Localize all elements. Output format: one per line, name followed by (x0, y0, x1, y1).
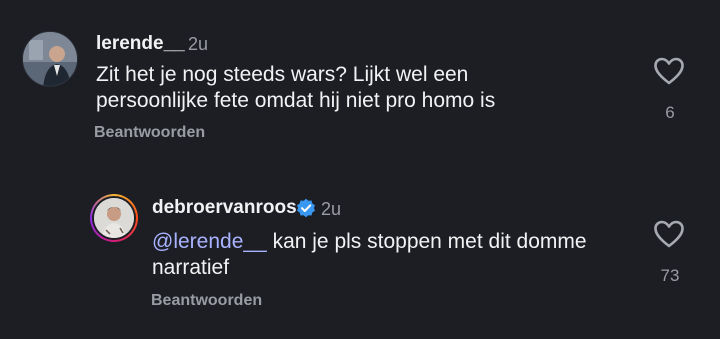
verified-badge-icon (297, 198, 315, 218)
avatar-lerende[interactable] (22, 31, 78, 87)
comment-text: @lerende__ kan je pls stoppen met dit do… (152, 229, 642, 281)
avatar-photo (94, 198, 134, 238)
comment-timestamp: 2u (321, 199, 342, 219)
comment-username[interactable]: lerende__ (96, 33, 185, 55)
reply-button[interactable]: Beantwoorden (151, 292, 262, 310)
comment-timestamp: 2u (188, 34, 209, 54)
like-count: 73 (660, 266, 680, 285)
comment-username[interactable]: debroervanroos (152, 197, 297, 219)
heart-outline-icon[interactable] (653, 219, 685, 249)
reply-button[interactable]: Beantwoorden (94, 124, 205, 142)
like-count: 6 (665, 103, 675, 122)
heart-outline-icon[interactable] (653, 56, 685, 86)
comment-text: Zit het je nog steeds wars? Lijkt wel ee… (96, 63, 496, 112)
avatar-debroervanroos[interactable] (90, 194, 138, 242)
avatar-ring-gap (92, 196, 136, 240)
avatar-photo-icon (23, 32, 77, 86)
mention-link[interactable]: @lerende__ (152, 230, 267, 253)
avatar-photo-icon (94, 198, 134, 238)
